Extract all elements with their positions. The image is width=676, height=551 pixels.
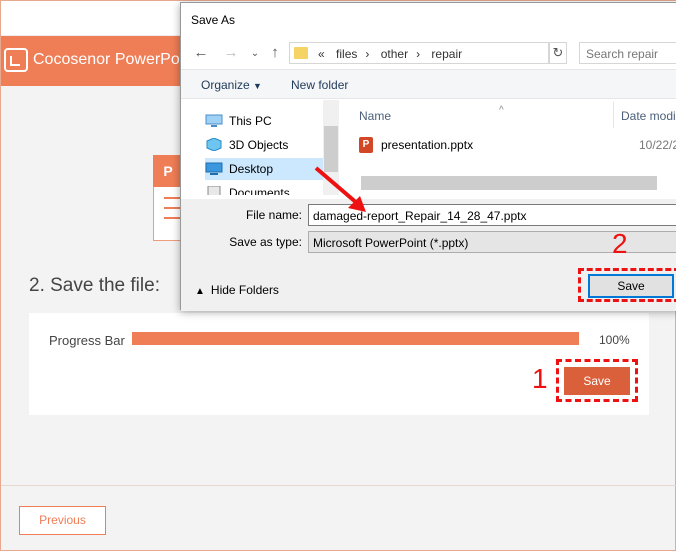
cube-icon [206,138,222,151]
refresh-icon[interactable]: ↻ [549,42,567,64]
app-title: Cocosenor PowerPoint [33,51,197,68]
nav-item-this-pc[interactable]: This PC [205,110,339,132]
breadcrumb-files[interactable]: files [336,47,357,61]
dialog-toolbar: Organize ▼ New folder [181,69,676,99]
address-bar[interactable]: « files › other › repair [289,42,549,64]
chevron-right-icon: › [365,47,370,61]
organize-menu[interactable]: Organize ▼ [201,78,262,92]
highlight-box-step-2 [578,268,676,302]
powerpoint-letter: P [153,155,183,187]
documents-icon [207,186,221,195]
progress-value: 100% [599,333,630,347]
save-fields: File name: damaged-report_Repair_14_28_4… [181,199,676,259]
app-logo-icon [4,48,28,72]
save-as-dialog: Save As ← → ⌄ ↑ « files › other › repair ↻… [180,2,676,311]
navigation-bar: ← → ⌄ ↑ « files › other › repair ↻ Search … [181,39,676,67]
column-header-date[interactable]: Date modi [621,109,676,123]
red-arrow-icon [314,166,366,212]
chevron-right-icon: › [416,47,421,61]
file-row[interactable]: P presentation.pptx 10/22/2020 [357,134,676,156]
progress-label: Progress Bar [49,333,125,348]
powerpoint-file-illustration: P [153,155,183,241]
document-body [153,187,183,241]
footer-divider [1,485,676,486]
file-name: presentation.pptx [381,138,474,152]
desktop-icon [205,162,223,175]
breadcrumb: « files › other › repair [314,47,466,61]
column-header-name-label: Name [359,109,392,123]
recent-locations-chevron-icon[interactable]: ⌄ [247,48,263,59]
folder-icon [294,47,308,59]
up-arrow-icon[interactable]: ↑ [267,44,283,61]
breadcrumb-repair[interactable]: repair [431,47,462,61]
step-number-2: 2 [612,228,628,259]
file-date: 10/22/2020 [639,138,676,152]
hide-folders-label: Hide Folders [210,283,279,297]
column-header-name[interactable]: Name ^ [359,105,504,123]
column-separator[interactable] [613,102,614,128]
pc-icon [205,114,223,127]
highlight-box-step-1 [556,359,638,402]
file-name-label: File name: [245,208,302,222]
search-placeholder: Search repair [586,47,659,61]
step-number-1: 1 [532,363,548,394]
caret-up-icon: ▲ [195,286,205,297]
nav-item-label: Documents [229,186,290,195]
dropdown-triangle-icon: ▼ [253,81,262,91]
breadcrumb-other[interactable]: other [381,47,408,61]
hide-folders-toggle[interactable]: ▲ Hide Folders [195,283,279,297]
dialog-title: Save As [191,13,236,27]
forward-arrow-icon[interactable]: → [223,44,239,61]
new-folder-button[interactable]: New folder [291,78,348,92]
nav-item-label: This PC [229,114,272,128]
sort-caret-icon: ^ [499,105,504,116]
search-input[interactable]: Search repair [579,42,676,64]
save-as-type-label: Save as type: [229,235,302,249]
breadcrumb-overflow[interactable]: « [318,47,325,61]
nav-item-label: 3D Objects [229,138,289,152]
nav-item-label: Desktop [229,162,274,176]
file-list-horizontal-scrollbar[interactable] [361,176,657,190]
progress-fill [132,332,579,345]
progress-bar [132,332,579,345]
step-label: 2. Save the file: [29,275,160,296]
nav-item-3d-objects[interactable]: 3D Objects [205,134,339,156]
organize-label: Organize [201,78,250,92]
screenshot-stage: Cocosenor PowerPoint P 2. Save the file:… [0,0,676,551]
previous-button[interactable]: Previous [19,506,106,535]
back-arrow-icon[interactable]: ← [193,44,209,61]
pptx-icon: P [359,137,373,153]
